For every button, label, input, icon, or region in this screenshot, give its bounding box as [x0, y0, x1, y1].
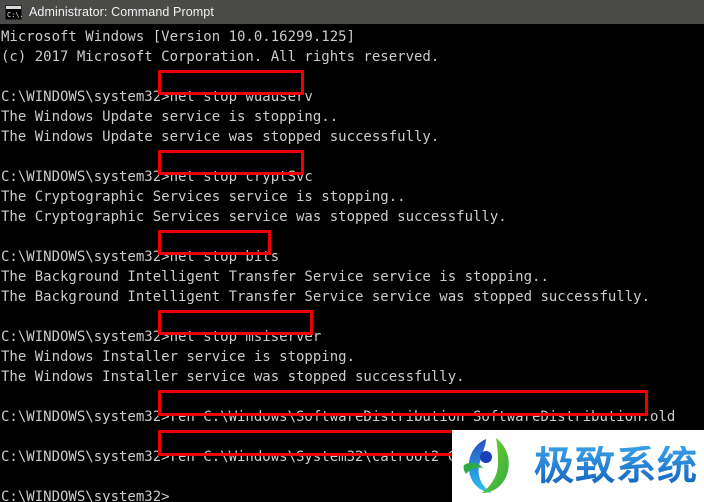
console-command-line-catroot2: C:\WINDOWS\system32>ren C:\Windows\Syste… — [1, 449, 474, 465]
console-line: Microsoft Windows [Version 10.0.16299.12… — [1, 29, 356, 45]
console-line: The Windows Installer service was stoppe… — [1, 369, 465, 385]
svg-text:C:\.: C:\. — [7, 11, 22, 19]
console-line: The Windows Update service is stopping.. — [1, 109, 339, 125]
console-command-line-cryptsvc: C:\WINDOWS\system32>net stop cryptSvc — [1, 169, 313, 185]
console-command-line-wuauserv: C:\WINDOWS\system32>net stop wuauserv — [1, 89, 313, 105]
console-prompt-line: C:\WINDOWS\system32> — [1, 489, 170, 502]
console-window-icon: C:\. — [5, 4, 24, 20]
console-line: (c) 2017 Microsoft Corporation. All righ… — [1, 49, 440, 65]
dragon-ribbon-logo-icon — [456, 435, 528, 497]
console-line: The Cryptographic Services service was s… — [1, 209, 507, 225]
command-prompt-window: C:\. Administrator: Command Prompt Micro… — [0, 0, 704, 502]
window-title: Administrator: Command Prompt — [29, 5, 214, 19]
console-command-line-msiserver: C:\WINDOWS\system32>net stop msiserver — [1, 329, 322, 345]
console-line: The Windows Update service was stopped s… — [1, 129, 440, 145]
console-line: The Background Intelligent Transfer Serv… — [1, 289, 651, 305]
console-command-line-softwaredistribution: C:\WINDOWS\system32>ren C:\Windows\Softw… — [1, 409, 676, 425]
console-line: The Windows Installer service is stoppin… — [1, 349, 356, 365]
window-titlebar[interactable]: C:\. Administrator: Command Prompt — [0, 0, 704, 24]
console-command-line-bits: C:\WINDOWS\system32>net stop bits — [1, 249, 280, 265]
console-line: The Background Intelligent Transfer Serv… — [1, 269, 549, 285]
watermark-logo: 极致系统 — [452, 430, 704, 502]
console-line: The Cryptographic Services service is st… — [1, 189, 406, 205]
watermark-text: 极致系统 — [534, 443, 698, 489]
